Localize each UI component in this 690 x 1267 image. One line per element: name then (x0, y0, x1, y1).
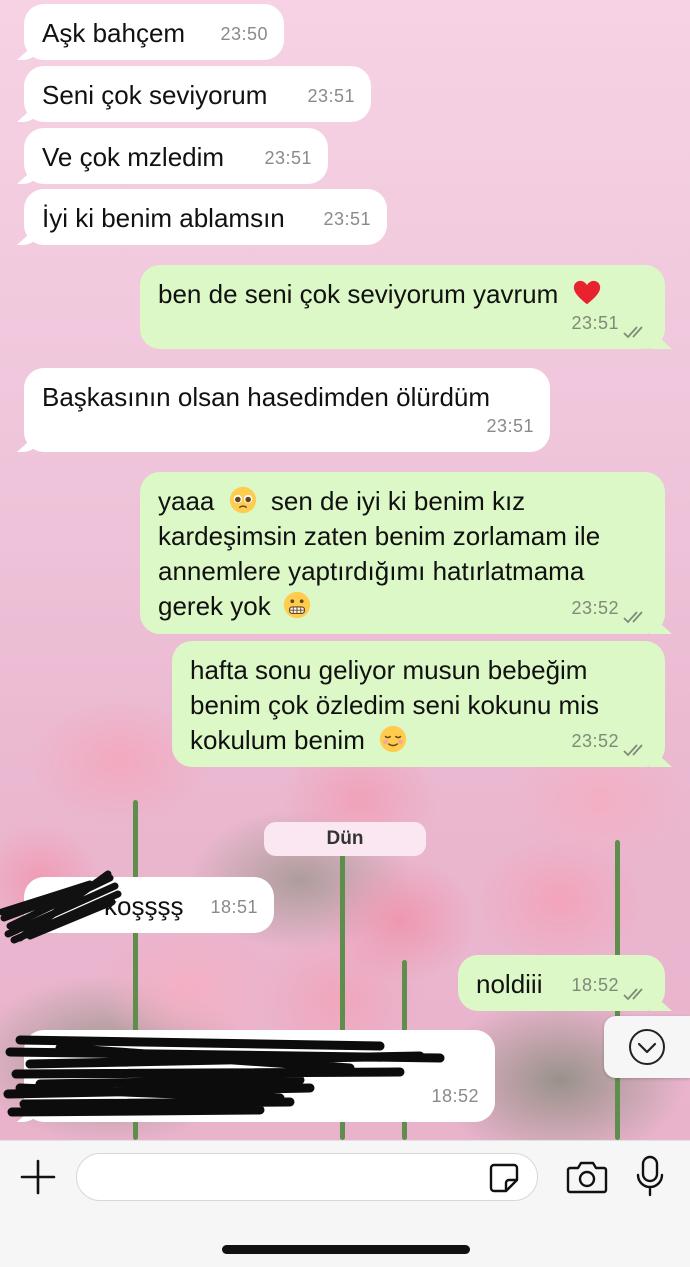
message-time: 23:51 (307, 86, 355, 106)
message-incoming[interactable]: Seni çok seviyorum 23:51 (24, 66, 371, 122)
message-time: 23:52 (571, 598, 619, 618)
double-check-icon (623, 326, 643, 339)
microphone-icon[interactable] (634, 1155, 666, 1199)
chevron-down-icon (629, 1029, 665, 1065)
message-time: 23:51 (486, 416, 534, 436)
grimacing-face-icon (283, 591, 311, 619)
message-incoming[interactable]: 18:52 (24, 1030, 495, 1122)
double-check-icon (623, 611, 643, 624)
message-incoming[interactable]: İyi ki benim ablamsın 23:51 (24, 189, 387, 245)
sticker-icon[interactable] (488, 1162, 520, 1194)
message-time: 23:51 (264, 148, 312, 168)
message-line: kardeşimsin zaten benim zorlamam ile (158, 521, 601, 551)
pleading-face-icon (229, 486, 256, 514)
message-outgoing[interactable]: hafta sonu geliyor musun bebeğim benim ç… (172, 641, 665, 767)
message-incoming[interactable]: koşşşş 18:51 (24, 877, 274, 933)
message-text: Aşk bahçem (42, 18, 186, 48)
message-incoming[interactable]: Başkasının olsan hasedimden ölürdüm 23:5… (24, 368, 550, 452)
relieved-face-icon (379, 725, 407, 753)
message-outgoing[interactable]: yaaa sen de iyi ki benim kız kardeşimsin… (140, 472, 665, 634)
message-time: 23:52 (571, 731, 619, 751)
home-indicator (222, 1245, 470, 1254)
message-time: 23:51 (571, 313, 619, 333)
message-line: hafta sonu geliyor musun bebeğim (190, 655, 588, 685)
message-text: Seni çok seviyorum (42, 80, 268, 110)
message-text: İyi ki benim ablamsın (42, 203, 285, 233)
message-line: yaaa sen de iyi ki benim kız (158, 486, 526, 516)
scroll-to-bottom-button[interactable] (604, 1016, 690, 1078)
message-time: 23:50 (220, 24, 268, 44)
message-line: benim çok özledim seni kokunu mis (190, 690, 599, 720)
double-check-icon (623, 744, 643, 757)
message-outgoing[interactable]: ben de seni çok seviyorum yavrum 23:51 (140, 265, 665, 349)
message-time: 18:52 (571, 975, 619, 995)
camera-icon[interactable] (566, 1159, 608, 1195)
message-line: annemlere yaptırdığımı hatırlatmama (158, 556, 585, 586)
message-incoming[interactable]: Ve çok mzledim 23:51 (24, 128, 328, 184)
message-text: noldiii (476, 969, 543, 999)
message-outgoing[interactable]: noldiii 18:52 (458, 955, 665, 1011)
message-text: Başkasının olsan hasedimden ölürdüm (42, 382, 491, 412)
message-time: 18:51 (210, 897, 258, 917)
message-text: Ve çok mzledim (42, 142, 225, 172)
message-text: koşşşş (104, 891, 184, 921)
double-check-icon (623, 988, 643, 1001)
message-time: 18:52 (431, 1086, 479, 1106)
message-text: ben de seni çok seviyorum yavrum (158, 279, 559, 309)
red-heart-icon (573, 280, 600, 305)
message-incoming[interactable]: Aşk bahçem 23:50 (24, 4, 284, 60)
date-separator: Dün (264, 822, 426, 856)
message-input[interactable] (76, 1153, 538, 1201)
plus-icon[interactable] (18, 1157, 58, 1197)
message-time: 23:51 (323, 209, 371, 229)
